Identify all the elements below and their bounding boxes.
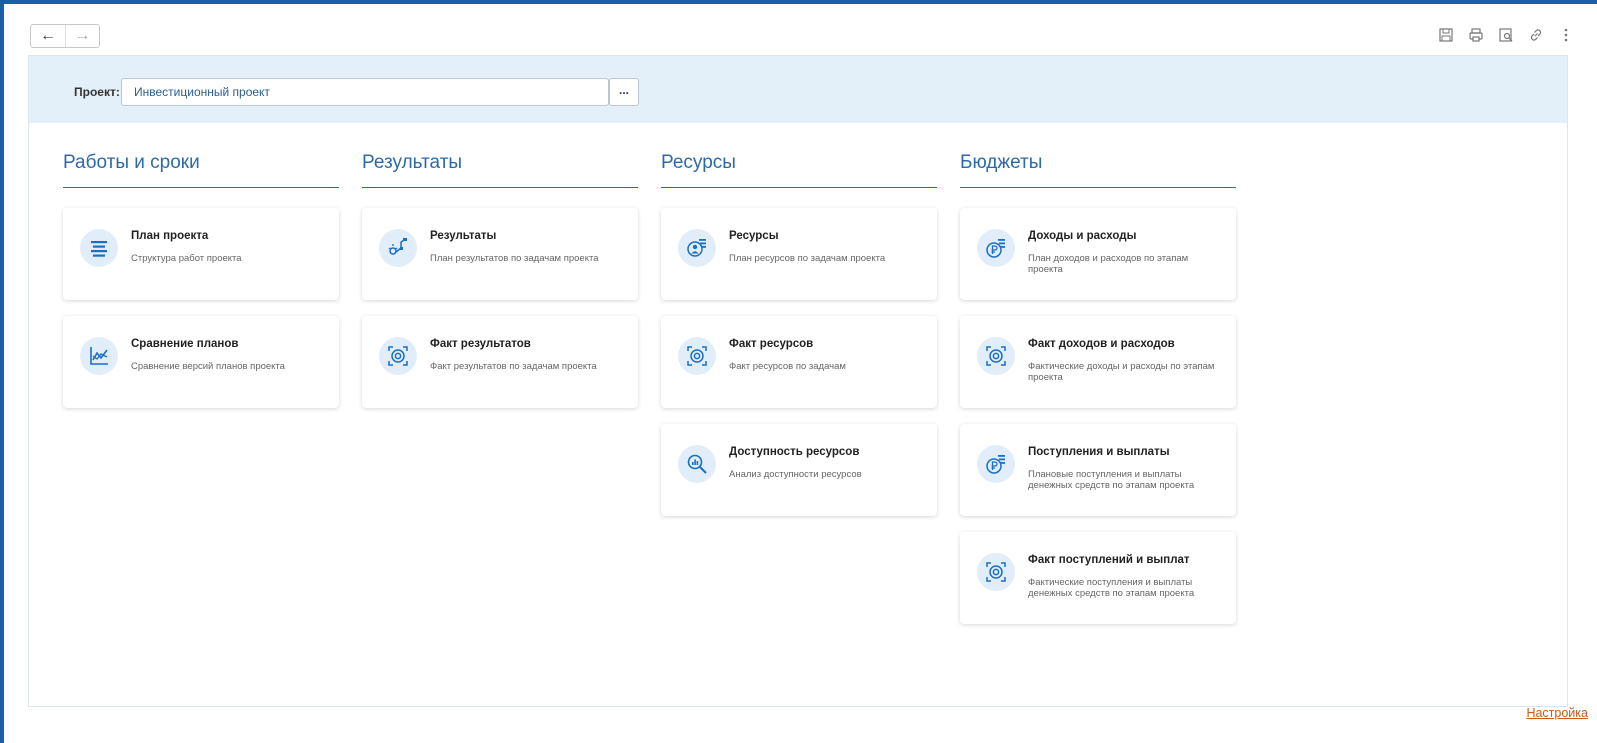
card-project-plan[interactable]: План проекта Структура работ проекта: [63, 208, 339, 300]
preview-icon: [1499, 28, 1513, 42]
column-title: Ресурсы: [661, 146, 937, 188]
column-title: Работы и сроки: [63, 146, 339, 188]
column-resources: Ресурсы Ресурсы План ресурсов по задачам…: [661, 146, 937, 516]
column-works: Работы и сроки План проекта Структура ра…: [63, 146, 339, 408]
card-description: План ресурсов по задачам проекта: [729, 253, 886, 264]
card-title: Поступления и выплаты: [1028, 446, 1170, 458]
card-title: Факт поступлений и выплат: [1028, 554, 1190, 566]
card-title: Доступность ресурсов: [729, 446, 860, 458]
card-receipts-payments[interactable]: Поступления и выплаты Плановые поступлен…: [960, 424, 1236, 516]
column-budgets: Бюджеты Доходы и расходы План доходов и …: [960, 146, 1236, 624]
card-resources[interactable]: Ресурсы План ресурсов по задачам проекта: [661, 208, 937, 300]
arrow-left-icon: ←: [40, 27, 56, 44]
save-button[interactable]: [1437, 26, 1455, 44]
navigation-group: ← →: [30, 24, 100, 48]
card-description: Анализ доступности ресурсов: [729, 469, 862, 480]
window-frame: ← → Проект: Инвестиционный проект ... Ра…: [0, 0, 1597, 743]
card-title: Факт результатов: [430, 338, 531, 350]
card-title: Сравнение планов: [131, 338, 239, 350]
target-icon: [678, 337, 716, 375]
ruble-list-icon: [977, 445, 1015, 483]
toolbar-icons: [1437, 24, 1575, 46]
forward-button[interactable]: →: [65, 25, 99, 47]
project-select-button[interactable]: ...: [609, 78, 639, 106]
analysis-icon: [678, 445, 716, 483]
back-button[interactable]: ←: [31, 25, 65, 47]
more-icon: [1564, 28, 1568, 42]
link-icon: [1530, 29, 1542, 41]
card-resources-availability[interactable]: Доступность ресурсов Анализ доступности …: [661, 424, 937, 516]
link-button[interactable]: [1527, 26, 1545, 44]
results-icon: [379, 229, 417, 267]
card-description: Сравнение версий планов проекта: [131, 361, 285, 372]
card-description: План результатов по задачам проекта: [430, 253, 599, 264]
chart-compare-icon: [80, 337, 118, 375]
card-description: План доходов и расходов по этапам проект…: [1028, 253, 1189, 275]
target-icon: [977, 337, 1015, 375]
card-results[interactable]: Результаты План результатов по задачам п…: [362, 208, 638, 300]
resources-icon: [678, 229, 716, 267]
project-bar: Проект: Инвестиционный проект ...: [29, 56, 1567, 123]
arrow-right-icon: →: [74, 27, 91, 44]
target-icon: [977, 553, 1015, 591]
column-title: Результаты: [362, 146, 638, 188]
card-title: План проекта: [131, 230, 209, 242]
card-title: Факт доходов и расходов: [1028, 338, 1175, 350]
ruble-list-icon: [977, 229, 1015, 267]
card-results-fact[interactable]: Факт результатов Факт результатов по зад…: [362, 316, 638, 408]
card-plans-comparison[interactable]: Сравнение планов Сравнение версий планов…: [63, 316, 339, 408]
card-description: Факт результатов по задачам проекта: [430, 361, 597, 372]
card-description: Факт ресурсов по задачам: [729, 361, 846, 372]
content-panel: Проект: Инвестиционный проект ... Работы…: [28, 55, 1568, 707]
target-icon: [379, 337, 417, 375]
print-icon: [1469, 28, 1483, 42]
card-resources-fact[interactable]: Факт ресурсов Факт ресурсов по задачам: [661, 316, 937, 408]
card-description: Плановые поступления и выплаты денежных …: [1028, 469, 1195, 491]
card-title: Доходы и расходы: [1028, 230, 1137, 242]
column-title: Бюджеты: [960, 146, 1236, 188]
print-button[interactable]: [1467, 26, 1485, 44]
card-description: Фактические доходы и расходы по этапам п…: [1028, 361, 1215, 383]
card-receipts-payments-fact[interactable]: Факт поступлений и выплат Фактические по…: [960, 532, 1236, 624]
project-field[interactable]: Инвестиционный проект: [121, 78, 609, 106]
card-title: Ресурсы: [729, 230, 779, 242]
list-icon: [80, 229, 118, 267]
card-title: Результаты: [430, 230, 497, 242]
preview-button[interactable]: [1497, 26, 1515, 44]
settings-link[interactable]: Настройка: [1526, 706, 1588, 720]
card-title: Факт ресурсов: [729, 338, 814, 350]
card-description: Фактические поступления и выплаты денежн…: [1028, 577, 1195, 599]
save-icon: [1439, 28, 1453, 42]
project-label: Проект:: [74, 85, 120, 99]
more-button[interactable]: [1557, 26, 1575, 44]
card-income-expenses[interactable]: Доходы и расходы План доходов и расходов…: [960, 208, 1236, 300]
column-results: Результаты Результаты План результатов п…: [362, 146, 638, 408]
card-description: Структура работ проекта: [131, 253, 242, 264]
card-income-expenses-fact[interactable]: Факт доходов и расходов Фактические дохо…: [960, 316, 1236, 408]
